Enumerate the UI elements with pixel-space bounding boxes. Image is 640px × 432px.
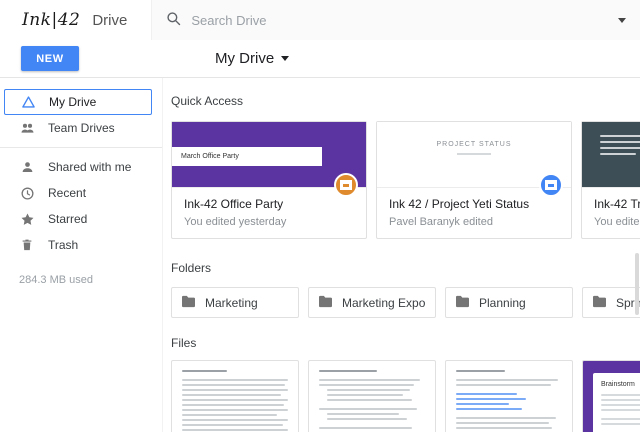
- chevron-down-icon: [281, 56, 289, 61]
- storage-usage-text: 284.3 MB used: [0, 274, 162, 286]
- sidebar-item-label: Starred: [48, 212, 87, 226]
- thumbnail-text-lines: [600, 135, 640, 159]
- folder-tile[interactable]: Marketing: [171, 287, 299, 318]
- sidebar-item-label: Shared with me: [48, 160, 131, 174]
- card-thumbnail: PROJECT STATUS: [377, 122, 571, 188]
- card-subtitle: Pavel Baranyk edited: [389, 216, 559, 228]
- brand-logo: Ink|42: [22, 10, 80, 30]
- content-area: My Drive Team Drives Shared with me Rece…: [0, 78, 640, 432]
- quick-access-heading: Quick Access: [171, 94, 640, 108]
- card-subtitle: You edited at s: [594, 216, 640, 228]
- new-button[interactable]: NEW: [21, 46, 79, 71]
- folder-icon: [318, 295, 333, 311]
- sidebar-item-recent[interactable]: Recent: [0, 180, 162, 206]
- card-title: Ink 42 / Project Yeti Status: [389, 197, 559, 211]
- files-heading: Files: [171, 336, 640, 350]
- folder-icon: [455, 295, 470, 311]
- drive-icon: [20, 94, 36, 110]
- quick-access-row: March Office Party Ink-42 Office Party Y…: [171, 121, 640, 239]
- sidebar-item-label: Recent: [48, 186, 86, 200]
- file-thumb-document[interactable]: [171, 360, 299, 432]
- trash-icon: [19, 237, 35, 253]
- card-info: Ink 42 / Project Yeti Status Pavel Baran…: [377, 188, 571, 238]
- sidebar-item-trash[interactable]: Trash: [0, 232, 162, 258]
- card-info: Ink-42 Office Party You edited yesterday: [172, 188, 366, 238]
- quick-access-card[interactable]: Ink-42 Training You edited at s: [581, 121, 640, 239]
- sidebar-item-team-drives[interactable]: Team Drives: [0, 115, 162, 141]
- sidebar-item-label: Trash: [48, 238, 78, 252]
- quick-access-card[interactable]: March Office Party Ink-42 Office Party Y…: [171, 121, 367, 239]
- thumbnail-slide-title: PROJECT STATUS: [377, 122, 571, 148]
- quick-access-card[interactable]: PROJECT STATUS Ink 42 / Project Yeti Sta…: [376, 121, 572, 239]
- file-thumb-document[interactable]: [445, 360, 573, 432]
- search-options-caret-icon[interactable]: [618, 18, 626, 23]
- main-panel: Quick Access March Office Party Ink-42 O…: [163, 78, 640, 432]
- slide-inner-card: Brainstorm: [593, 373, 640, 432]
- sidebar-item-my-drive[interactable]: My Drive: [4, 89, 152, 115]
- slides-file-badge-icon: [334, 173, 358, 197]
- location-label: My Drive: [215, 50, 274, 67]
- sidebar-item-shared-with-me[interactable]: Shared with me: [0, 154, 162, 180]
- card-thumbnail: [582, 122, 640, 188]
- top-bar: Ink|42 Drive: [0, 0, 640, 40]
- star-icon: [19, 211, 35, 227]
- search-bar[interactable]: [151, 0, 640, 40]
- folder-name: Marketing: [205, 296, 258, 310]
- sidebar-divider: [0, 147, 162, 148]
- thumbnail-slide-title: March Office Party: [172, 147, 322, 166]
- team-drives-icon: [19, 120, 35, 136]
- folder-name: Planning: [479, 296, 526, 310]
- folder-name: Marketing Expo: [342, 296, 425, 310]
- card-info: Ink-42 Training You edited at s: [582, 188, 640, 238]
- folder-tile[interactable]: Spring 1: [582, 287, 640, 318]
- search-icon[interactable]: [166, 11, 181, 29]
- thumbnail-underline: [457, 153, 491, 155]
- clock-icon: [19, 185, 35, 201]
- slide-title: Brainstorm: [601, 381, 640, 388]
- sidebar: My Drive Team Drives Shared with me Rece…: [0, 78, 163, 432]
- file-thumb-document[interactable]: [308, 360, 436, 432]
- folder-icon: [181, 295, 196, 311]
- search-input[interactable]: [191, 13, 608, 28]
- slides-file-badge-icon: [539, 173, 563, 197]
- sidebar-item-starred[interactable]: Starred: [0, 206, 162, 232]
- file-thumb-presentation[interactable]: Brainstorm: [582, 360, 640, 432]
- folders-heading: Folders: [171, 261, 640, 275]
- app-name: Drive: [92, 12, 127, 29]
- scrollbar-thumb[interactable]: [635, 253, 639, 315]
- person-icon: [19, 159, 35, 175]
- files-row: Brainstorm: [171, 360, 640, 432]
- card-thumbnail: March Office Party: [172, 122, 366, 188]
- sidebar-item-label: Team Drives: [48, 121, 115, 135]
- toolbar-row: NEW My Drive: [0, 40, 640, 78]
- card-subtitle: You edited yesterday: [184, 216, 354, 228]
- folder-icon: [592, 295, 607, 311]
- sidebar-item-label: My Drive: [49, 95, 96, 109]
- folder-tile[interactable]: Marketing Expo: [308, 287, 436, 318]
- location-dropdown[interactable]: My Drive: [215, 50, 289, 67]
- folders-row: Marketing Marketing Expo Planning Spring…: [171, 287, 640, 318]
- card-title: Ink-42 Office Party: [184, 197, 354, 211]
- card-title: Ink-42 Training: [594, 197, 640, 211]
- folder-tile[interactable]: Planning: [445, 287, 573, 318]
